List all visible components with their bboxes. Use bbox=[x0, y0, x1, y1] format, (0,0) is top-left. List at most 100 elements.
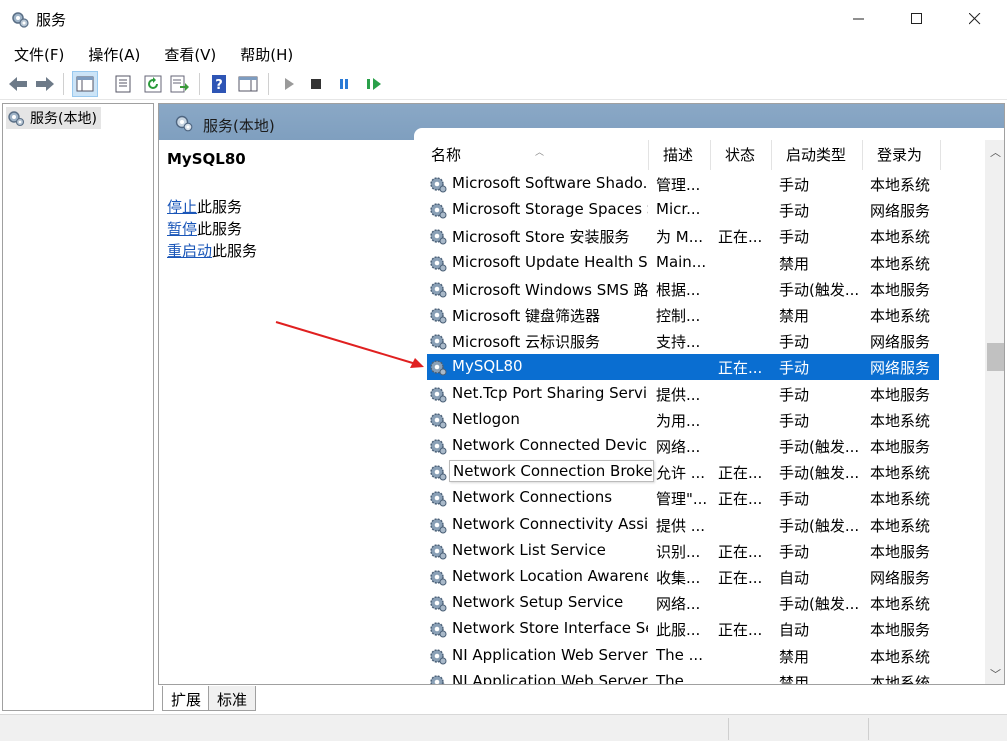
service-row[interactable]: Microsoft Storage Spaces S... Micr... 手动 网络… bbox=[427, 197, 939, 223]
service-row[interactable]: NI Application Web Server The ... 禁用 本地系统 bbox=[427, 669, 939, 685]
services-gear-icon bbox=[12, 12, 29, 28]
service-row[interactable]: Network Connection Broker 允许 ... 正在... 手动(触… bbox=[427, 459, 939, 485]
column-header-name[interactable]: 名称 ︿ bbox=[417, 140, 649, 170]
tree-node-label: 服务(本地) bbox=[30, 111, 97, 127]
close-button[interactable] bbox=[946, 0, 1004, 38]
service-description: Micr... bbox=[656, 200, 701, 219]
pause-service-button[interactable] bbox=[331, 71, 357, 97]
service-logon-as: 本地系统 bbox=[870, 176, 931, 194]
start-service-icon bbox=[285, 78, 294, 90]
scroll-up-icon[interactable]: ︿ bbox=[985, 144, 1004, 160]
service-startup-type: 手动(触发... bbox=[779, 280, 860, 299]
service-startup-type: 手动 bbox=[779, 359, 810, 378]
service-row[interactable]: NI Application Web Server The ... 禁用 本地系统 bbox=[427, 643, 939, 669]
service-row[interactable]: Net.Tcp Port Sharing Service 提供... 手动 本地服务 bbox=[427, 381, 939, 407]
service-status: 正在... bbox=[718, 569, 763, 587]
service-startup-type: 禁用 bbox=[779, 647, 810, 666]
service-logon-as: 本地服务 bbox=[870, 385, 931, 404]
service-row[interactable]: Network Setup Service 网络... 手动(触发... 本地系统 bbox=[427, 590, 939, 616]
service-status: 正在... bbox=[718, 542, 763, 561]
column-header-description[interactable]: 描述 bbox=[649, 140, 711, 170]
scroll-thumb[interactable] bbox=[987, 343, 1004, 371]
service-row[interactable]: Netlogon 为用... 手动 本地系统 bbox=[427, 407, 939, 433]
service-gear-icon bbox=[430, 203, 447, 219]
service-row[interactable]: Microsoft Store 安装服务 为 M... 正在... 手动 本地系统 bbox=[427, 223, 939, 249]
service-row[interactable]: Microsoft Update Health S... Main... 禁用 本地系… bbox=[427, 250, 939, 276]
service-logon-as: 网络服务 bbox=[870, 359, 931, 378]
back-button[interactable] bbox=[5, 71, 31, 97]
maximize-icon bbox=[911, 13, 922, 24]
service-logon-as: 本地系统 bbox=[870, 464, 931, 483]
export-list-button[interactable] bbox=[167, 71, 193, 97]
service-status: 正在... bbox=[718, 490, 763, 509]
service-name: Network Setup Service bbox=[452, 593, 624, 612]
service-logon-as: 网络服务 bbox=[870, 569, 931, 587]
service-name: Network List Service bbox=[452, 540, 606, 559]
tree-node-local-services[interactable]: 服务(本地) bbox=[6, 107, 101, 129]
service-description: 网络... bbox=[656, 595, 701, 614]
stop-service-button[interactable] bbox=[303, 71, 329, 97]
service-row[interactable]: Network Location Awarene... 收集... 正在... 自动 网… bbox=[427, 564, 939, 590]
vertical-scrollbar[interactable]: ︿ ﹀ bbox=[985, 140, 1004, 684]
tab-extended[interactable]: 扩展 bbox=[162, 686, 211, 711]
show-hide-action-pane-button[interactable] bbox=[235, 71, 261, 97]
service-name: Microsoft Software Shado... bbox=[452, 174, 648, 192]
column-header-logon-as[interactable]: 登录为 bbox=[863, 140, 941, 170]
properties-button[interactable] bbox=[110, 71, 136, 97]
help-button[interactable]: ? bbox=[206, 71, 232, 97]
service-startup-type: 手动(触发... bbox=[779, 464, 860, 483]
pause-service-link[interactable]: 暂停 bbox=[167, 220, 197, 238]
tab-standard[interactable]: 标准 bbox=[208, 686, 257, 711]
service-name: Microsoft 键盘筛选器 bbox=[452, 307, 601, 325]
selected-service-row[interactable]: MySQL80 正在... 手动 网络服务 bbox=[427, 354, 939, 381]
service-row[interactable]: Network List Service 识别... 正在... 手动 本地服务 bbox=[427, 538, 939, 564]
service-startup-type: 禁用 bbox=[779, 254, 810, 273]
service-gear-icon bbox=[430, 517, 447, 534]
service-startup-type: 禁用 bbox=[779, 307, 810, 325]
service-gear-icon bbox=[430, 439, 447, 455]
minimize-button[interactable] bbox=[830, 0, 888, 38]
show-hide-tree-button[interactable] bbox=[72, 71, 98, 97]
service-startup-type: 手动(触发... bbox=[779, 516, 860, 535]
service-description: 管理"... bbox=[656, 490, 708, 509]
restart-service-button[interactable] bbox=[361, 71, 387, 97]
service-logon-as: 本地系统 bbox=[870, 673, 931, 685]
restart-service-link[interactable]: 重启动 bbox=[167, 242, 212, 260]
service-row[interactable]: Microsoft Windows SMS 路... 根据... 手动(触发... 本… bbox=[427, 276, 939, 302]
menu-help[interactable]: 帮助(H) bbox=[230, 40, 303, 66]
service-row[interactable]: Network Connections 管理"... 正在... 手动 本地系统 bbox=[427, 485, 939, 511]
service-startup-type: 手动 bbox=[779, 385, 810, 404]
service-row[interactable]: Microsoft Software Shado... 管理... 手动 本地系统 bbox=[427, 171, 939, 197]
service-name: Network Connections bbox=[452, 488, 613, 507]
maximize-button[interactable] bbox=[888, 0, 946, 38]
menu-bar: 文件(F) 操作(A) 查看(V) 帮助(H) bbox=[0, 40, 1007, 66]
refresh-icon bbox=[144, 75, 162, 93]
menu-view[interactable]: 查看(V) bbox=[154, 40, 226, 66]
service-startup-type: 自动 bbox=[779, 621, 810, 640]
column-header-status[interactable]: 状态 bbox=[711, 140, 772, 170]
service-startup-type: 手动 bbox=[779, 411, 810, 430]
stop-service-link[interactable]: 停止 bbox=[167, 198, 197, 216]
tree-pane: 服务(本地) bbox=[2, 103, 154, 711]
refresh-button[interactable] bbox=[140, 71, 166, 97]
start-service-button[interactable] bbox=[276, 71, 302, 97]
service-row[interactable]: Network Connectivity Assis... 提供 ... 手动(触发… bbox=[427, 512, 939, 538]
service-description: 允许 ... bbox=[656, 464, 706, 483]
pause-service-action: 暂停此服务 bbox=[167, 220, 243, 238]
scroll-down-icon[interactable]: ﹀ bbox=[985, 666, 1004, 682]
service-row[interactable]: Microsoft 云标识服务 支持... 手动 网络服务 bbox=[427, 328, 939, 354]
service-row[interactable]: Network Connected Devic... 网络... 手动(触发... 本… bbox=[427, 433, 939, 459]
service-logon-as: 本地系统 bbox=[870, 411, 931, 430]
column-header-startup-type[interactable]: 启动类型 bbox=[772, 140, 863, 170]
service-logon-as: 网络服务 bbox=[870, 333, 931, 352]
title-bar: 服务 bbox=[0, 0, 1007, 38]
service-gear-icon bbox=[430, 570, 447, 586]
service-name: Microsoft Store 安装服务 bbox=[452, 228, 630, 247]
menu-action[interactable]: 操作(A) bbox=[78, 40, 150, 66]
detail-pane: MySQL80 停止此服务 暂停此服务 重启动此服务 bbox=[159, 140, 417, 684]
service-row[interactable]: Network Store Interface Se... 此服... 正在... 自… bbox=[427, 616, 939, 642]
service-row[interactable]: Microsoft 键盘筛选器 控制... 禁用 本地系统 bbox=[427, 302, 939, 328]
forward-button[interactable] bbox=[32, 71, 58, 97]
menu-file[interactable]: 文件(F) bbox=[4, 40, 74, 66]
restart-service-action: 重启动此服务 bbox=[167, 242, 258, 260]
